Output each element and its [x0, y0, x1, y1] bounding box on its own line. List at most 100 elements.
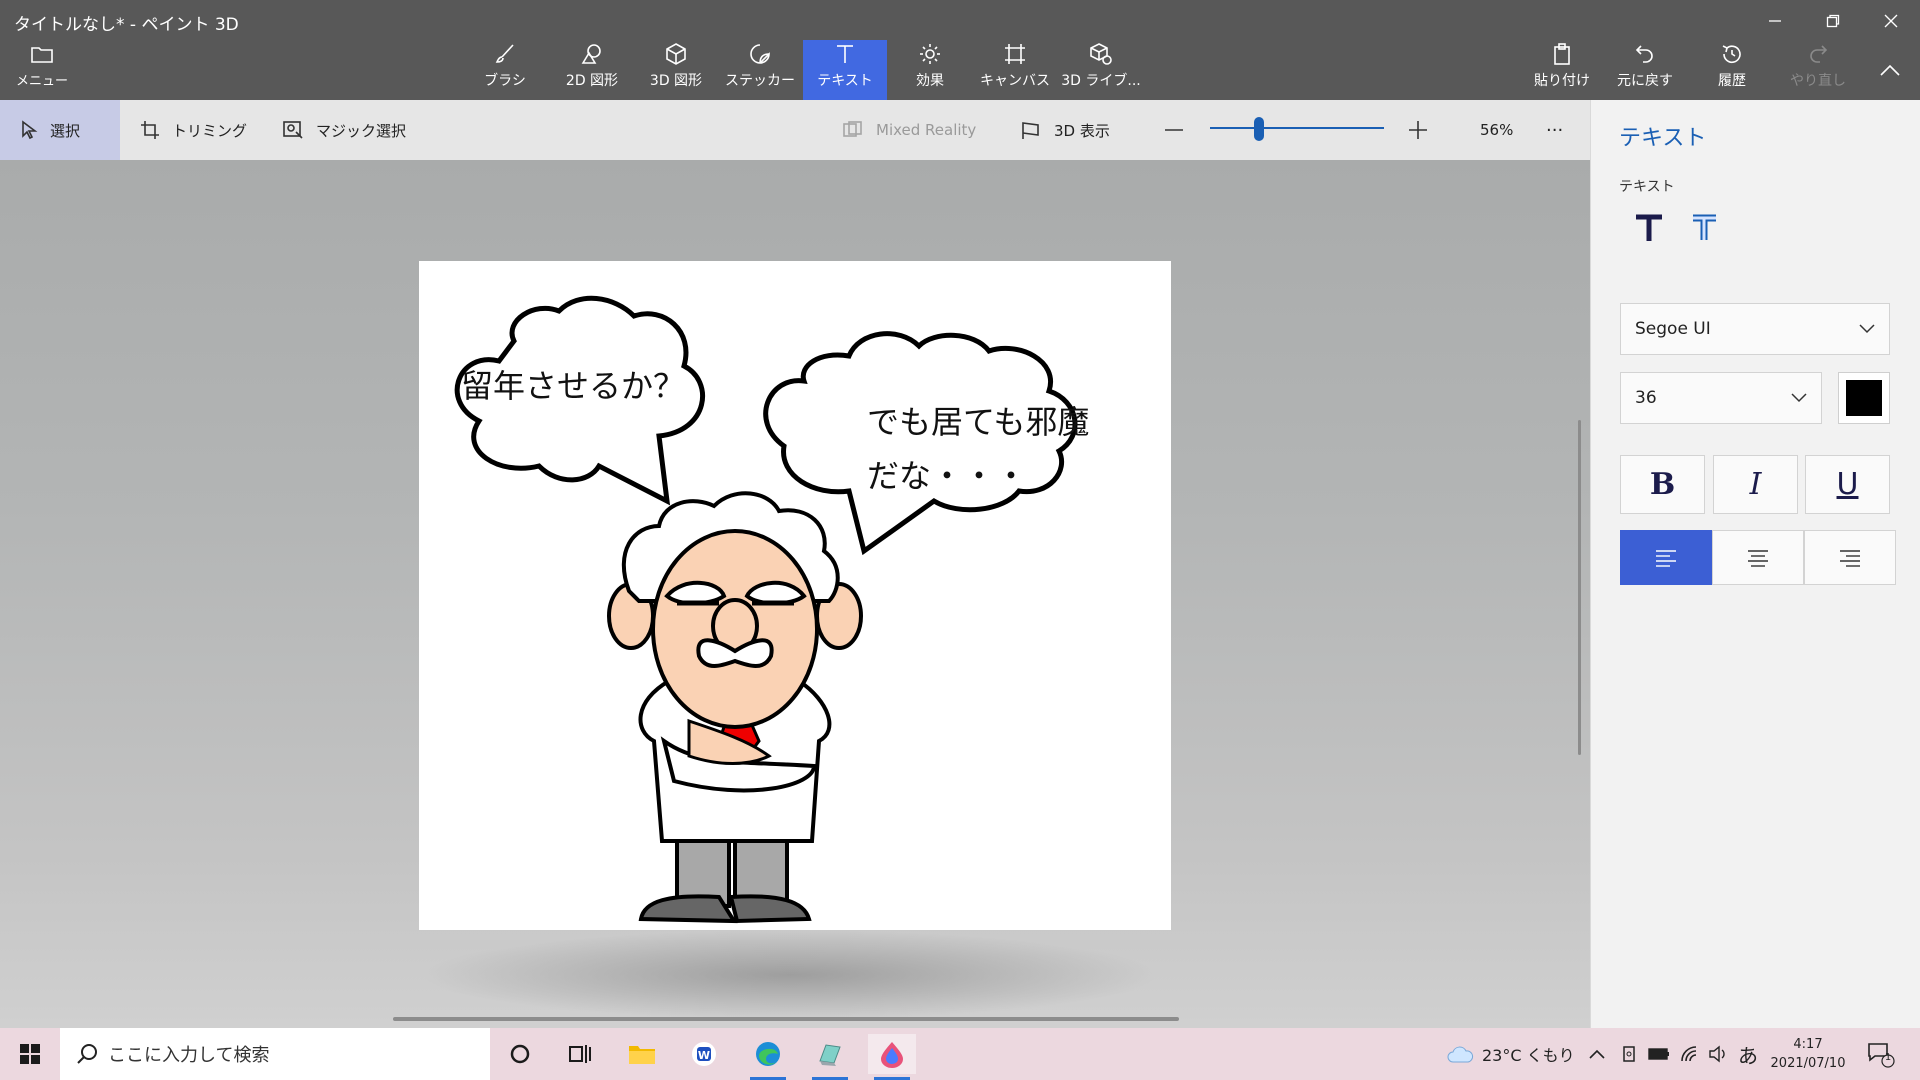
weather-widget[interactable]: 23°C くもり: [1446, 1028, 1575, 1080]
device-icon-tray[interactable]: [1620, 1028, 1638, 1080]
taskbar-search-box[interactable]: ここに入力して検索: [60, 1028, 490, 1080]
mixed-reality-button[interactable]: Mixed Reality: [842, 100, 982, 160]
speaker-icon: [1709, 1045, 1725, 1063]
text-2d-icon: [1636, 214, 1662, 241]
zoom-in-button[interactable]: [1408, 100, 1432, 160]
tool-shapes-2d[interactable]: 2D 図形: [560, 40, 624, 100]
italic-button[interactable]: I: [1713, 455, 1798, 514]
tool-stickers[interactable]: ステッカー: [725, 40, 795, 100]
magic-select-button[interactable]: マジック選択: [282, 100, 412, 160]
zoom-slider-track[interactable]: [1210, 127, 1384, 129]
plus-icon: [1409, 121, 1427, 139]
bubble-left-text[interactable]: 留年させるか？: [461, 361, 685, 407]
tool-brush[interactable]: ブラシ: [484, 40, 526, 100]
start-button[interactable]: [6, 1034, 54, 1074]
collapse-ribbon-button[interactable]: [1874, 56, 1906, 86]
window-title: タイトルなし* - ペイント 3D: [14, 15, 239, 35]
word-app-icon: W: [692, 1042, 716, 1066]
paint3d-icon: [881, 1042, 903, 1068]
battery-icon: [1648, 1048, 1669, 1060]
edge-button[interactable]: [744, 1034, 792, 1080]
windows-logo-icon: [20, 1044, 40, 1064]
zoom-out-button[interactable]: [1164, 100, 1186, 160]
chevron-down-icon: [1791, 393, 1807, 403]
crop-icon: [141, 121, 159, 139]
text-3d-button[interactable]: [1683, 206, 1727, 250]
library-3d-icon: [1089, 40, 1113, 68]
wifi-icon: [1681, 1046, 1697, 1062]
undo-button[interactable]: 元に戻す: [1617, 40, 1673, 100]
canvas-icon: [1003, 40, 1027, 68]
scientist-character: [607, 491, 863, 924]
tool-3d-library[interactable]: 3D ライブ...: [1061, 40, 1141, 100]
font-size-dropdown[interactable]: 36: [1620, 372, 1822, 424]
device-icon: [1623, 1046, 1635, 1062]
cortana-icon: [510, 1044, 530, 1064]
horizontal-scrollbar[interactable]: [393, 1017, 1179, 1021]
battery-tray[interactable]: [1648, 1028, 1670, 1080]
crop-button[interactable]: トリミング: [140, 100, 250, 160]
tool-shapes-3d[interactable]: 3D 図形: [644, 40, 708, 100]
align-center-button[interactable]: [1712, 530, 1804, 585]
more-options-button[interactable]: ···: [1546, 100, 1576, 160]
search-icon: [77, 1044, 97, 1064]
paste-button[interactable]: 貼り付け: [1534, 40, 1590, 100]
select-button[interactable]: 選択: [0, 100, 120, 160]
drawing-canvas[interactable]: 留年させるか？ でも居ても邪魔 だな・・・: [419, 261, 1171, 930]
redo-button[interactable]: やり直し: [1790, 40, 1846, 100]
font-family-dropdown[interactable]: Segoe UI: [1620, 303, 1890, 355]
ime-indicator[interactable]: あ: [1738, 1028, 1758, 1080]
history-button[interactable]: 履歴: [1716, 40, 1748, 100]
shapes-3d-icon: [664, 40, 688, 68]
network-tray[interactable]: [1680, 1028, 1700, 1080]
bubble-right-text-line1[interactable]: でも居ても邪魔: [867, 397, 1089, 443]
zoom-level: 56%: [1480, 121, 1514, 139]
show-hidden-icons-button[interactable]: [1588, 1028, 1606, 1080]
bubble-right-text-line2[interactable]: だな・・・: [867, 451, 1027, 497]
restore-button[interactable]: [1810, 6, 1856, 36]
text-color-swatch[interactable]: [1838, 372, 1890, 424]
magic-select-icon: [283, 121, 303, 139]
paint3d-taskbar-button[interactable]: [868, 1034, 916, 1080]
close-button[interactable]: [1868, 6, 1914, 36]
text-2d-button[interactable]: [1627, 206, 1671, 250]
minimize-button[interactable]: [1752, 6, 1798, 36]
history-icon: [1720, 40, 1744, 68]
effects-icon: [918, 40, 942, 68]
align-left-button[interactable]: [1620, 530, 1712, 585]
sticker-icon: [748, 40, 772, 68]
zoom-slider-thumb[interactable]: [1253, 117, 1264, 141]
taskbar: ここに入力して検索 W 23°C くもり あ 4:17 2021/07/10 1: [0, 1028, 1920, 1080]
align-right-button[interactable]: [1804, 530, 1896, 585]
align-left-icon: [1656, 549, 1676, 567]
folder-icon: [629, 1046, 655, 1064]
underline-button[interactable]: U: [1805, 455, 1890, 514]
svg-text:W: W: [698, 1049, 710, 1062]
cloud-icon: [1447, 1046, 1474, 1063]
cortana-button[interactable]: [496, 1034, 544, 1074]
sub-toolbar: 選択 トリミング マジック選択 Mixed Reality 3D 表示 56% …: [0, 100, 1590, 160]
tool-canvas[interactable]: キャンバス: [980, 40, 1050, 100]
redo-icon: [1806, 40, 1830, 68]
clipboard-icon: [1550, 40, 1574, 68]
action-center-button[interactable]: 1: [1866, 1028, 1896, 1080]
tool-effects[interactable]: 効果: [908, 40, 952, 100]
notepad-app-button[interactable]: [806, 1034, 854, 1080]
minus-icon: [1165, 129, 1183, 131]
clock[interactable]: 4:17 2021/07/10: [1770, 1028, 1846, 1080]
color-fill: [1846, 380, 1882, 416]
bold-button[interactable]: B: [1620, 455, 1705, 514]
menu-button[interactable]: メニュー: [14, 40, 70, 100]
notification-count: 1: [1884, 1052, 1892, 1063]
vertical-scrollbar[interactable]: [1578, 420, 1581, 755]
tool-text[interactable]: テキスト: [803, 40, 887, 100]
chevron-up-icon: [1879, 56, 1901, 84]
volume-tray[interactable]: [1708, 1028, 1728, 1080]
view-3d-button[interactable]: 3D 表示: [1020, 100, 1120, 160]
edge-icon: [756, 1042, 780, 1066]
file-explorer-button[interactable]: [618, 1034, 666, 1074]
align-center-icon: [1748, 549, 1768, 567]
task-view-button[interactable]: [556, 1034, 604, 1074]
app-w-button[interactable]: W: [680, 1034, 728, 1074]
brush-icon: [493, 40, 517, 68]
